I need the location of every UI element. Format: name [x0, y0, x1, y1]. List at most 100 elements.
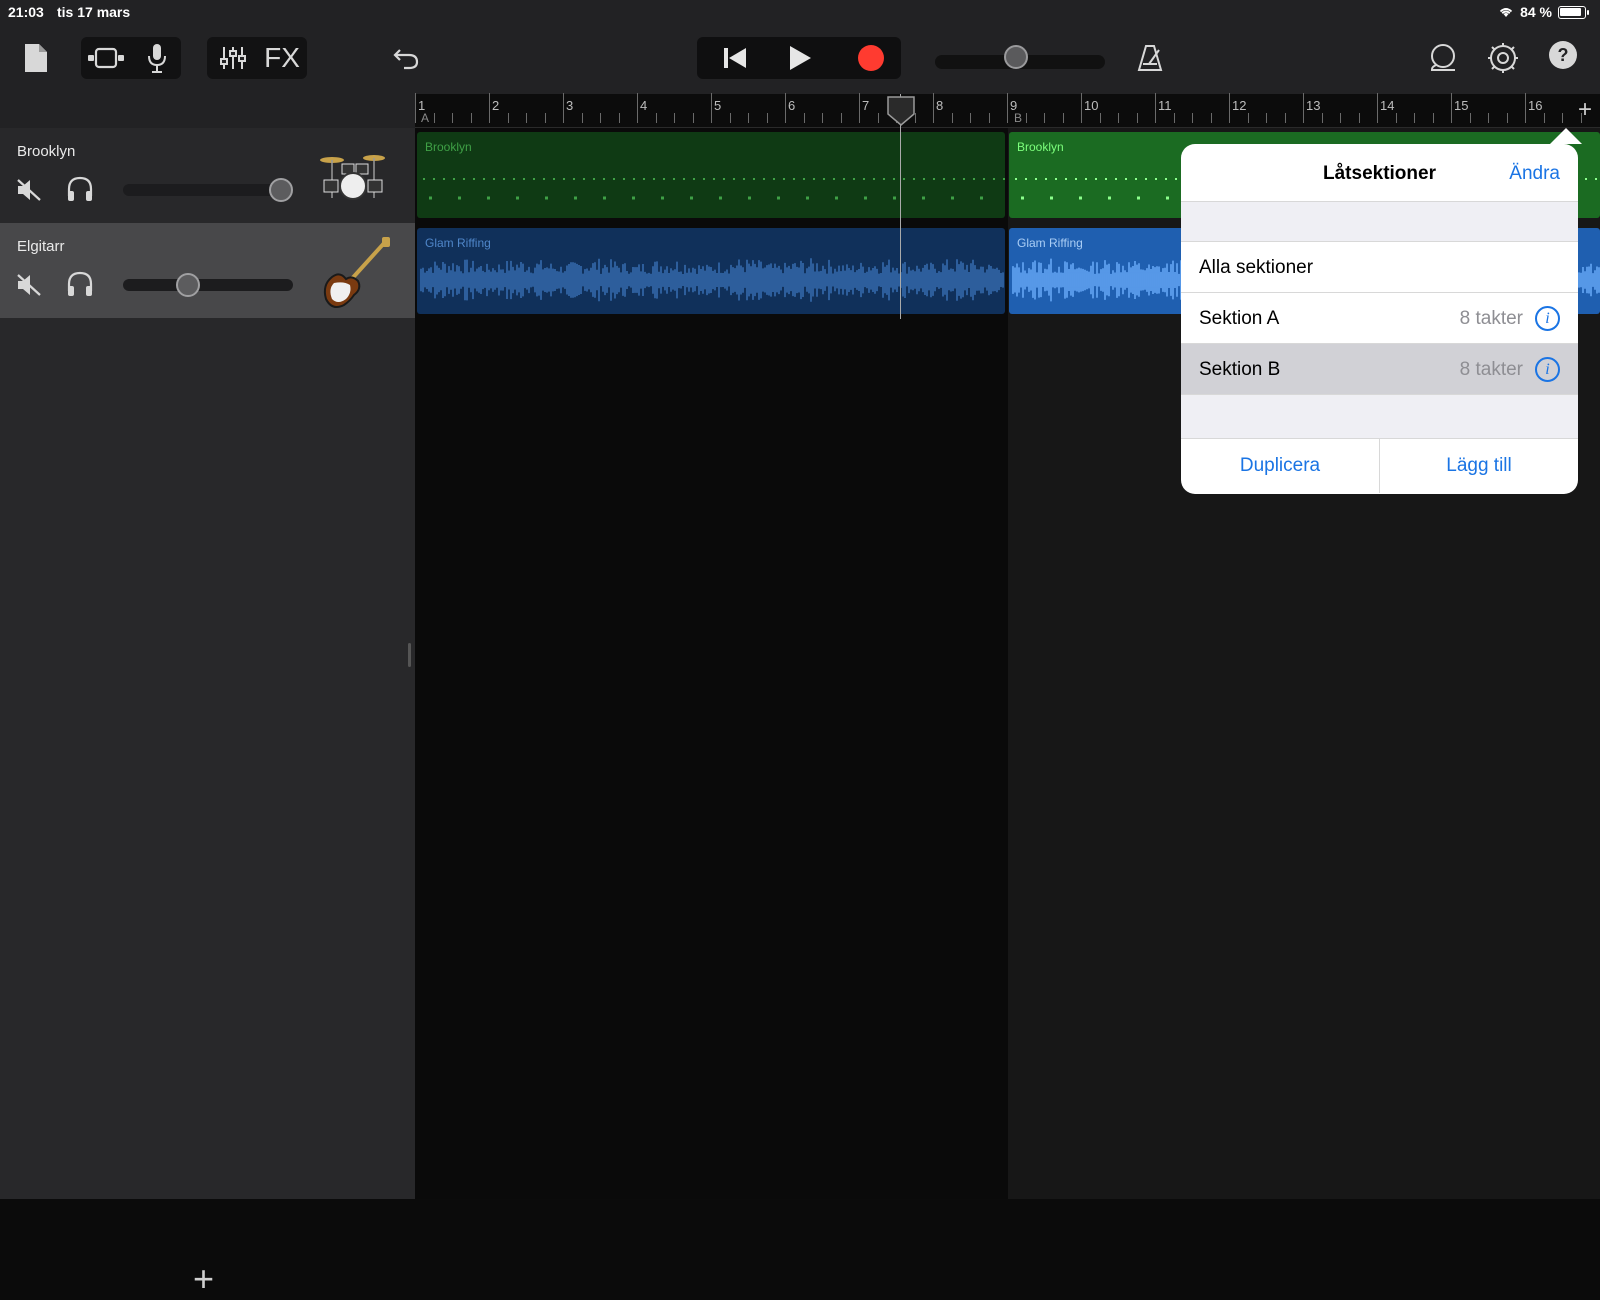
ruler-tick	[1358, 113, 1360, 123]
ruler-tick	[1506, 113, 1508, 123]
add-track-button[interactable]: +	[193, 1258, 214, 1300]
undo-icon[interactable]	[388, 38, 424, 78]
section-length: 8 takter	[1459, 308, 1523, 329]
section-row-b[interactable]: Sektion B 8 takter i	[1181, 344, 1578, 395]
battery-percent: 84 %	[1520, 4, 1552, 20]
rewind-icon[interactable]	[705, 38, 765, 78]
track-volume-slider[interactable]	[123, 279, 293, 291]
bar-number: 2	[492, 98, 500, 113]
bar-number: 8	[936, 98, 944, 113]
ruler-tick	[1173, 113, 1175, 123]
ruler-tick	[1395, 113, 1397, 123]
ruler-tick	[1543, 113, 1545, 123]
ruler-tick	[785, 93, 786, 123]
panel-resize-handle[interactable]	[408, 643, 411, 667]
record-icon[interactable]	[841, 38, 901, 78]
toolbar: FX ?	[0, 24, 1600, 94]
help-icon[interactable]: ?	[1549, 41, 1577, 69]
ruler-tick	[1155, 93, 1156, 123]
ruler-tick	[1118, 113, 1119, 123]
section-marker-b[interactable]: B	[1014, 111, 1022, 125]
loop-icon[interactable]	[1424, 38, 1462, 78]
ruler-tick	[1099, 113, 1101, 123]
ruler-tick	[1284, 113, 1286, 123]
track-name: Elgitarr	[17, 238, 65, 255]
mute-icon[interactable]	[16, 273, 42, 302]
ruler-tick	[803, 113, 805, 123]
ruler-tick	[1488, 113, 1489, 123]
row-label: Alla sektioner	[1199, 257, 1314, 278]
play-icon[interactable]	[770, 38, 830, 78]
master-volume-knob[interactable]	[1004, 45, 1028, 69]
ruler-tick	[618, 113, 620, 123]
ruler-tick	[951, 113, 953, 123]
section-marker-a[interactable]: A	[421, 111, 429, 125]
ruler-tick	[859, 93, 860, 123]
ruler-tick	[1081, 93, 1082, 123]
region-brooklyn-a[interactable]: Brooklyn	[417, 132, 1005, 218]
mixer-icon[interactable]	[212, 38, 254, 78]
add-section-popover-button[interactable]: Lägg till	[1380, 439, 1578, 493]
electric-guitar-icon[interactable]	[318, 237, 392, 318]
ruler-tick	[452, 113, 453, 123]
ruler-tick	[877, 113, 879, 123]
info-icon[interactable]: i	[1535, 357, 1560, 382]
headphones-icon[interactable]	[66, 176, 94, 207]
popover-arrow	[1550, 128, 1582, 144]
ruler-tick	[1062, 113, 1064, 123]
status-date: tis 17 mars	[57, 4, 131, 20]
ruler-tick	[1192, 113, 1193, 123]
section-row-a[interactable]: Sektion A 8 takter i	[1181, 293, 1578, 344]
ruler-tick	[1007, 93, 1008, 123]
track-volume-knob[interactable]	[269, 178, 293, 202]
ruler-tick	[840, 113, 842, 123]
wifi-icon	[1499, 8, 1513, 17]
settings-icon[interactable]	[1484, 38, 1522, 78]
ruler-tick	[711, 93, 712, 123]
ruler-tick	[1432, 113, 1434, 123]
ruler-tick	[1580, 113, 1582, 123]
ruler-tick	[581, 113, 583, 123]
track-header-brooklyn[interactable]: Brooklyn	[0, 128, 415, 223]
ruler-tick	[988, 113, 990, 123]
headphones-icon[interactable]	[66, 271, 94, 302]
status-time: 21:03	[8, 4, 44, 20]
all-sections-row[interactable]: Alla sektioner	[1181, 242, 1578, 293]
ruler-tick	[1229, 93, 1230, 123]
drum-kit-icon[interactable]	[318, 150, 388, 207]
track-list: Brooklyn Elgitarr +	[0, 128, 415, 1299]
popover-spacer	[1181, 395, 1578, 439]
ruler-tick	[822, 113, 823, 123]
ruler-tick	[970, 113, 971, 123]
document-icon[interactable]	[20, 38, 52, 78]
waveform-path	[420, 258, 1004, 302]
microphone-icon[interactable]	[137, 38, 177, 78]
ruler-tick	[1451, 93, 1452, 123]
timeline-ruler[interactable]: A B + 1 2 3 4 5 6 7 8 9 10 11 12 13 14 15 16	[415, 93, 1600, 128]
edit-button[interactable]: Ändra	[1509, 163, 1560, 185]
track-volume-knob[interactable]	[176, 273, 200, 297]
info-icon[interactable]: i	[1535, 306, 1560, 331]
waveform	[420, 258, 1004, 302]
bar-number: 16	[1528, 98, 1543, 113]
ruler-tick	[1562, 113, 1563, 123]
fx-button[interactable]: FX	[260, 38, 304, 78]
ruler-tick	[563, 93, 564, 123]
playhead-handle[interactable]	[886, 96, 916, 126]
track-volume-slider[interactable]	[123, 184, 293, 196]
battery-icon	[1558, 5, 1589, 19]
ruler-tick	[526, 113, 527, 123]
track-header-elgitarr[interactable]: Elgitarr	[0, 223, 415, 318]
ruler-tick	[692, 113, 694, 123]
metronome-icon[interactable]	[1132, 38, 1168, 78]
ruler-tick	[1469, 113, 1471, 123]
bar-number: 13	[1306, 98, 1321, 113]
status-right: 84 %	[1498, 4, 1589, 20]
duplicate-button[interactable]: Duplicera	[1181, 439, 1380, 493]
bar-number: 6	[788, 98, 796, 113]
track-view-icon[interactable]	[84, 38, 128, 78]
mute-icon[interactable]	[16, 178, 42, 207]
ruler-tick	[1044, 113, 1045, 123]
ruler-tick	[1266, 113, 1267, 123]
region-glam-riffing-a[interactable]: Glam Riffing	[417, 228, 1005, 314]
